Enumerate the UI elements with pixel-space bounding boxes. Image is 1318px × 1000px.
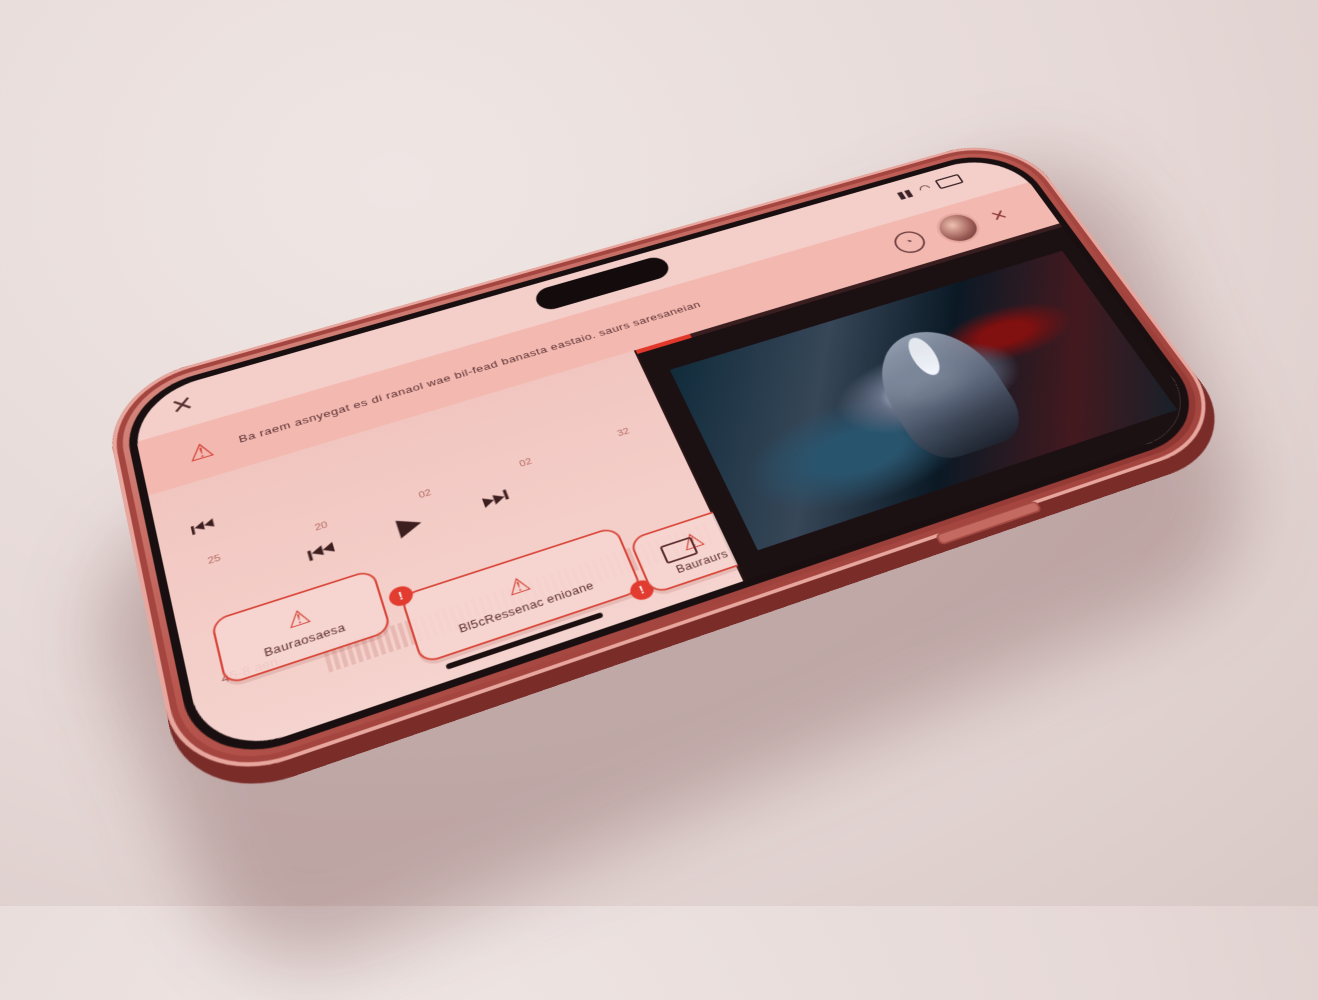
warning-icon: ⚠ <box>284 603 314 634</box>
wifi-icon: ◠ <box>916 182 933 195</box>
banner-close-icon[interactable]: ✕ <box>987 206 1012 225</box>
warning-icon: ⚠ <box>185 436 217 467</box>
ruler-tick: 32 <box>615 426 632 439</box>
ruler-tick: 25 <box>206 552 222 567</box>
battery-icon <box>934 173 964 190</box>
status-icons: ▮▮ ◠ <box>894 173 964 202</box>
app-screen: ✕ 9:41 ▮▮ ◠ ⚠ Ba raem asnyegat es di ran… <box>127 149 1207 764</box>
video-subject <box>859 318 1035 467</box>
phone-device: ✕ 9:41 ▮▮ ◠ ⚠ Ba raem asnyegat es di ran… <box>100 132 1240 796</box>
ruler-tick: 02 <box>518 456 534 470</box>
close-icon[interactable]: ✕ <box>163 389 202 422</box>
photo-stage: ✕ 9:41 ▮▮ ◠ ⚠ Ba raem asnyegat es di ran… <box>0 0 1318 906</box>
warning-icon: ⚠ <box>503 571 535 601</box>
gauge-icon[interactable]: ◔ <box>889 228 930 257</box>
skip-to-start-icon[interactable]: ⏮ <box>175 502 231 552</box>
card-badge: ! <box>386 583 416 609</box>
avatar[interactable] <box>932 211 983 246</box>
phone-screen: ✕ 9:41 ▮▮ ◠ ⚠ Ba raem asnyegat es di ran… <box>118 143 1218 774</box>
signal-icon: ▮▮ <box>895 187 916 202</box>
timeline-card[interactable]: ⚠ Bauraosaesa <box>210 568 393 686</box>
